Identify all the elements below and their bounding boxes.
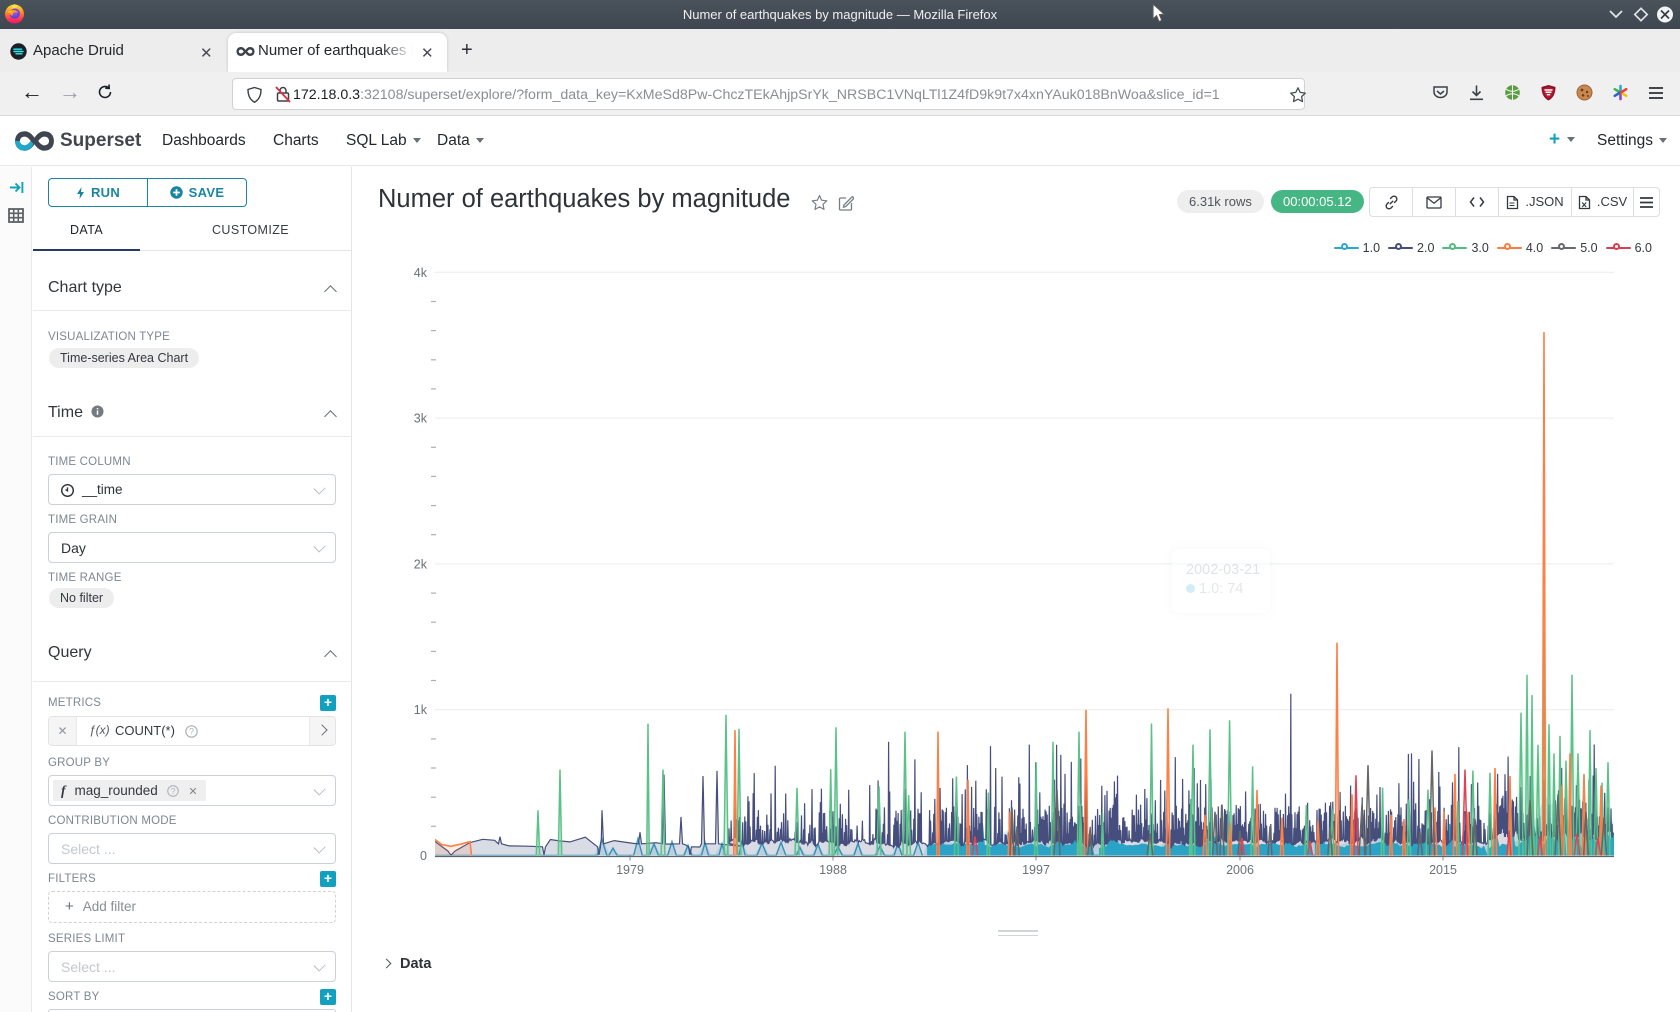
svg-text:2k: 2k [414,557,428,571]
svg-text:3k: 3k [414,412,428,426]
svg-text:2015: 2015 [1429,863,1457,877]
svg-text:1988: 1988 [819,863,847,877]
svg-text:1979: 1979 [616,863,644,877]
svg-text:?: ? [170,786,175,796]
svg-text:1997: 1997 [1022,863,1050,877]
svg-text:?: ? [189,727,194,737]
svg-text:4k: 4k [414,266,428,280]
svg-text:0: 0 [420,849,427,863]
svg-text:2006: 2006 [1226,863,1254,877]
svg-text:1k: 1k [414,703,428,717]
